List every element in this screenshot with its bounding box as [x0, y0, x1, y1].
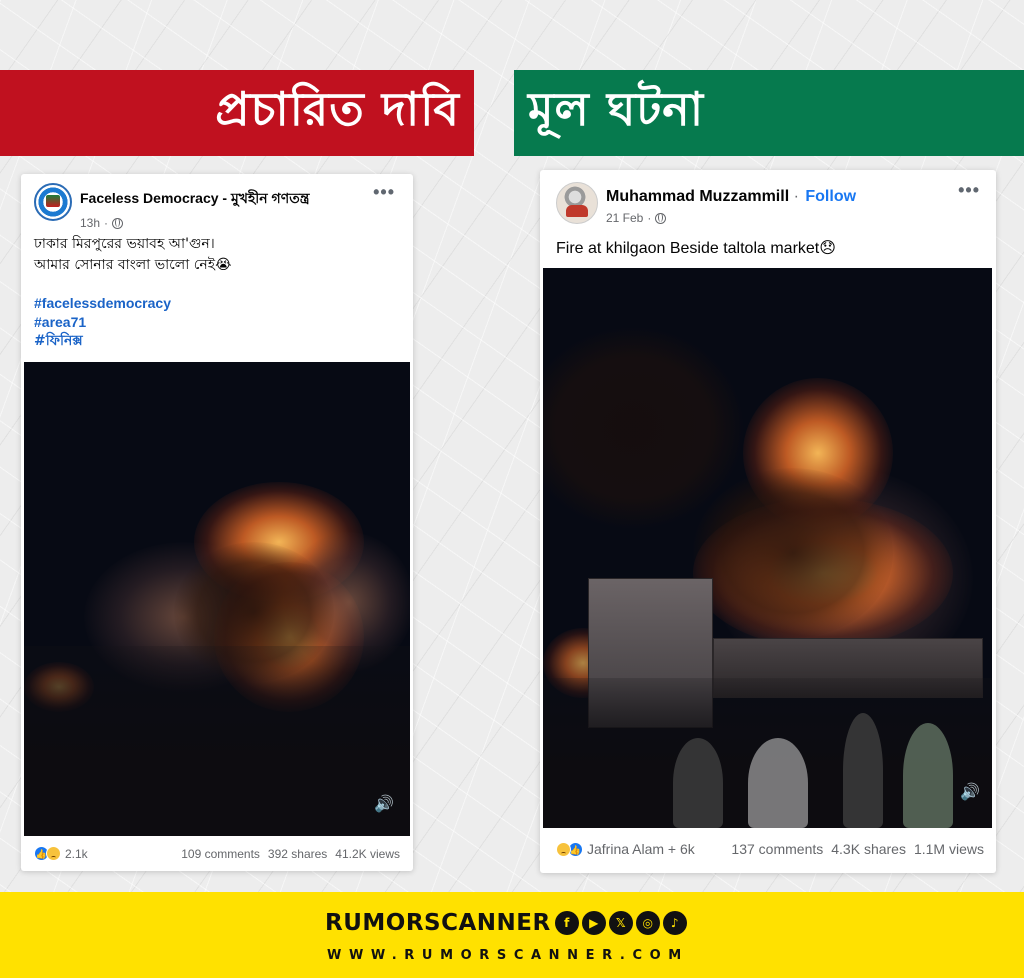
- reaction-names: Jafrina Alam + 6k: [587, 841, 695, 857]
- claimed-facebook-post: Faceless Democracy - মুখহীন গণতন্ত্র 13h…: [21, 174, 413, 871]
- engagement-stats: 109 comments 392 shares 41.2K views: [181, 847, 400, 861]
- post-stats: 👍 Jafrina Alam + 6k 137 comments 4.3K sh…: [556, 841, 984, 857]
- speaker-icon[interactable]: 🔊: [374, 796, 394, 814]
- post-text-line: ঢাকার মিরপুরের ভয়াবহ আ'গুন।: [34, 236, 215, 252]
- hashtag-link[interactable]: #facelessdemocracy: [34, 294, 171, 313]
- name-separator: ·: [793, 188, 799, 205]
- instagram-icon[interactable]: ◎: [635, 911, 660, 935]
- reaction-count: 2.1k: [65, 846, 88, 861]
- speaker-icon[interactable]: 🔊: [960, 784, 980, 802]
- x-icon[interactable]: 𝕏: [608, 911, 633, 935]
- fact-banner-title: মূল ঘটনা: [528, 82, 705, 136]
- tiktok-icon[interactable]: ♪: [662, 911, 687, 935]
- page-name[interactable]: Faceless Democracy - মুখহীন গণতন্ত্র: [80, 187, 309, 211]
- comment-count[interactable]: 109 comments: [181, 847, 260, 861]
- comment-count[interactable]: 137 comments: [731, 841, 823, 857]
- globe-icon: [655, 212, 667, 224]
- reactions-summary[interactable]: 👍 2.1k: [34, 846, 88, 861]
- post-stats: 👍 2.1k 109 comments 392 shares 41.2K vie…: [34, 846, 400, 861]
- reactions-summary[interactable]: 👍 Jafrina Alam + 6k: [556, 841, 695, 857]
- website-url[interactable]: WWW.RUMORSCANNER.COM: [327, 948, 689, 963]
- youtube-icon[interactable]: ▶: [581, 911, 606, 935]
- user-avatar[interactable]: [556, 182, 598, 224]
- user-name[interactable]: Muhammad Muzzammill: [606, 188, 789, 205]
- view-count: 41.2K views: [335, 846, 400, 861]
- view-count: 1.1M views: [913, 841, 984, 857]
- facebook-icon[interactable]: f: [554, 911, 579, 935]
- globe-icon: [112, 217, 124, 229]
- post-video[interactable]: 🔊: [24, 362, 410, 836]
- footer-bar: RUMORSCANNER f ▶ 𝕏 ◎ ♪ WWW.RUMORSCANNER.…: [0, 892, 1024, 978]
- post-meta: 13h ·: [80, 216, 309, 230]
- fact-banner: মূল ঘটনা: [514, 70, 1024, 156]
- post-time[interactable]: 13h: [80, 216, 100, 230]
- sad-reaction-icon: [46, 846, 61, 861]
- post-header: Faceless Democracy - মুখহীন গণতন্ত্র 13h…: [34, 183, 309, 230]
- brand-row: RUMORSCANNER f ▶ 𝕏 ◎ ♪: [325, 910, 687, 936]
- engagement-stats: 137 comments 4.3K shares 1.1M views: [731, 841, 984, 857]
- post-text: ঢাকার মিরপুরের ভয়াবহ আ'গুন। আমার সোনার …: [34, 234, 231, 276]
- share-count[interactable]: 392 shares: [268, 847, 327, 861]
- hashtag-link[interactable]: #area71: [34, 313, 171, 332]
- share-count[interactable]: 4.3K shares: [831, 841, 906, 857]
- post-meta: 21 Feb ·: [606, 211, 856, 225]
- follow-button[interactable]: Follow: [805, 188, 856, 205]
- claim-banner: প্রচারিত দাবি: [0, 70, 474, 156]
- social-links: f ▶ 𝕏 ◎ ♪: [554, 911, 687, 935]
- post-header: Muhammad Muzzammill · Follow 21 Feb ·: [556, 182, 856, 225]
- faceless-democracy-logo-icon[interactable]: [34, 183, 72, 221]
- author-name-row: Muhammad Muzzammill · Follow: [606, 188, 856, 206]
- post-time[interactable]: 21 Feb: [606, 211, 643, 225]
- more-options-icon[interactable]: •••: [373, 182, 395, 203]
- post-text-line: আমার সোনার বাংলা ভালো নেই😭: [34, 257, 232, 273]
- claim-banner-title: প্রচারিত দাবি: [215, 82, 460, 136]
- post-video[interactable]: 🔊: [543, 268, 992, 828]
- original-facebook-post: Muhammad Muzzammill · Follow 21 Feb · ••…: [540, 170, 996, 873]
- brand-logo: RUMORSCANNER: [325, 910, 551, 936]
- post-author-block: Muhammad Muzzammill · Follow 21 Feb ·: [606, 182, 856, 225]
- sad-reaction-icon: [556, 841, 571, 857]
- more-options-icon[interactable]: •••: [958, 180, 980, 201]
- hashtag-link[interactable]: #ফিনিক্স: [34, 332, 171, 351]
- post-author-block: Faceless Democracy - মুখহীন গণতন্ত্র 13h…: [80, 183, 309, 230]
- post-text: Fire at khilgaon Beside taltola market😞: [556, 240, 836, 257]
- hashtag-list: #facelessdemocracy #area71 #ফিনিক্স: [34, 294, 171, 351]
